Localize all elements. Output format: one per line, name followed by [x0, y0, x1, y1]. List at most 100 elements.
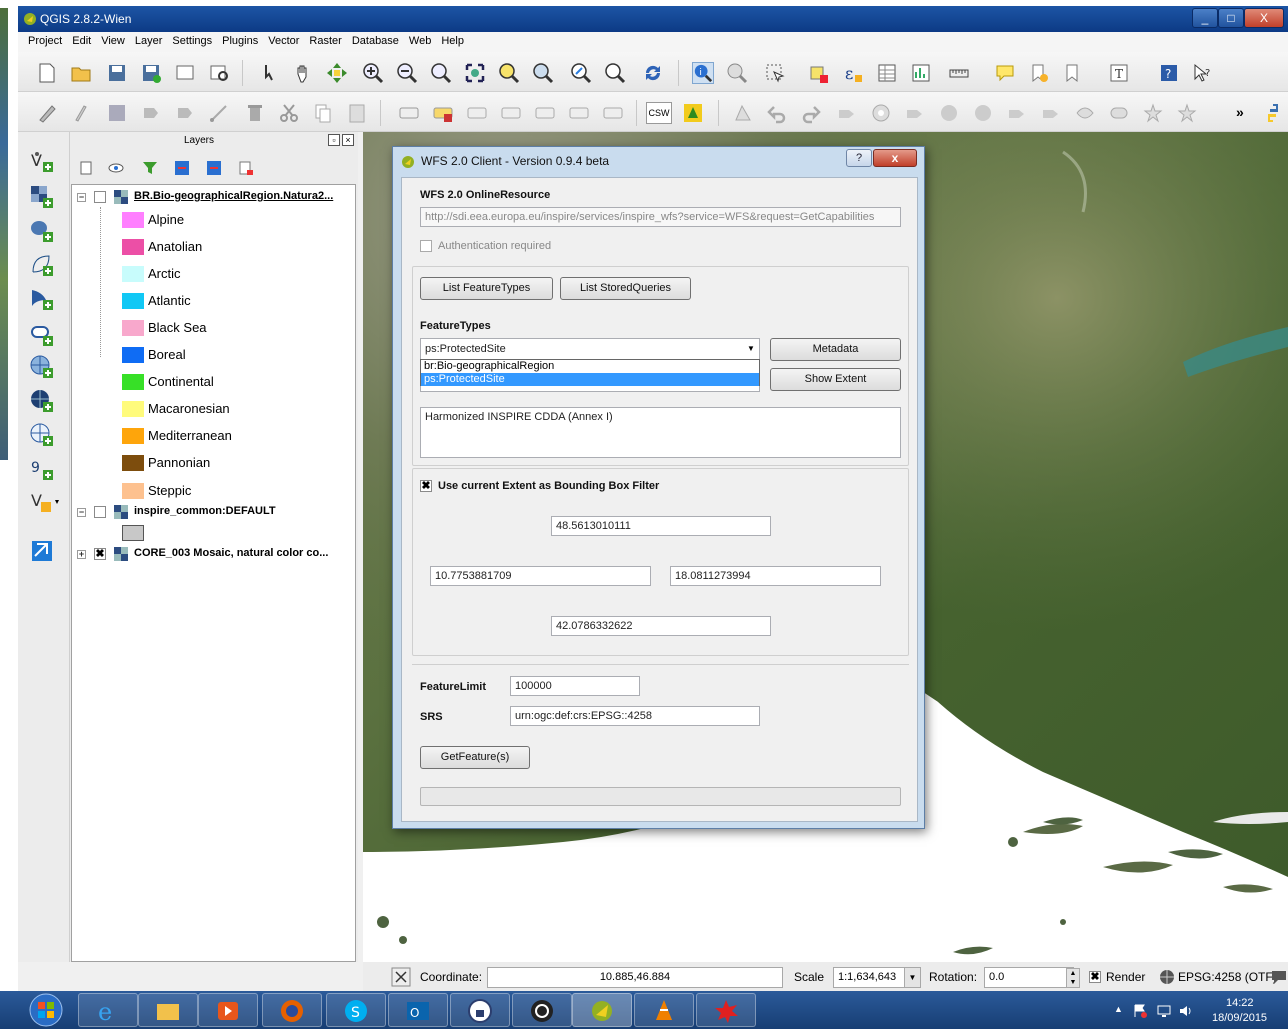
collapse-toggle[interactable]: −: [77, 193, 86, 202]
dialog-close-button[interactable]: x: [873, 149, 917, 167]
undo-icon[interactable]: [766, 102, 788, 124]
composer-manager-icon[interactable]: [208, 62, 230, 84]
open-attribute-table-icon[interactable]: [876, 62, 898, 84]
menu-plugins[interactable]: Plugins: [217, 32, 263, 47]
zoom-full-icon[interactable]: [464, 62, 486, 84]
add-wms-layer-icon[interactable]: [29, 354, 55, 380]
remove-layer-icon[interactable]: [238, 160, 254, 176]
pan-map-icon[interactable]: [292, 62, 314, 84]
field-calculator-icon[interactable]: ε: [842, 62, 864, 84]
rotation-spinner[interactable]: ▲ ▼: [1066, 968, 1080, 988]
layer-visibility-checkbox[interactable]: ✖: [94, 548, 106, 560]
crs-status[interactable]: EPSG:4258 (OTF): [1178, 970, 1277, 984]
save-project-icon[interactable]: [106, 62, 128, 84]
measure-line-icon[interactable]: [948, 62, 970, 84]
taskbar-internet-explorer[interactable]: e: [78, 993, 138, 1027]
menu-help[interactable]: Help: [436, 32, 469, 47]
show-hidden-icons-button[interactable]: ▲: [1114, 1004, 1123, 1014]
clock-date[interactable]: 18/09/2015: [1212, 1012, 1267, 1024]
chevron-down-icon[interactable]: ▼: [744, 340, 758, 358]
bbox-north-input[interactable]: 48.5613010111: [551, 516, 771, 536]
minimize-button[interactable]: _: [1192, 8, 1218, 28]
list-stored-queries-button[interactable]: List StoredQueries: [560, 277, 691, 300]
dropdown-option[interactable]: br:Bio-geographicalRegion: [421, 360, 759, 373]
zoom-in-icon[interactable]: [362, 62, 384, 84]
layer-styling-icon[interactable]: [78, 160, 94, 176]
get-features-button[interactable]: GetFeature(s): [420, 746, 530, 769]
bbox-filter-checkbox[interactable]: ✖: [420, 480, 432, 492]
collapse-toggle[interactable]: −: [77, 508, 86, 517]
close-window-button[interactable]: X: [1244, 8, 1284, 28]
layer-labeling-icon[interactable]: [432, 102, 454, 124]
select-features-icon[interactable]: [764, 62, 786, 84]
volume-icon[interactable]: [1178, 1003, 1194, 1019]
show-extent-button[interactable]: Show Extent: [770, 368, 901, 391]
taskbar-firefox[interactable]: [262, 993, 322, 1027]
whats-this-icon[interactable]: ?: [1192, 62, 1214, 84]
crs-globe-icon[interactable]: [1159, 969, 1175, 985]
menu-web[interactable]: Web: [404, 32, 436, 47]
pan-to-selection-icon[interactable]: [326, 62, 348, 84]
clock-time[interactable]: 14:22: [1226, 997, 1254, 1009]
add-georeferenced-layer-icon[interactable]: [29, 538, 55, 564]
new-bookmark-icon[interactable]: [1028, 62, 1050, 84]
statistical-summary-icon[interactable]: [910, 62, 932, 84]
visibility-eye-icon[interactable]: [108, 160, 126, 176]
filter-legend-icon[interactable]: [142, 160, 158, 176]
action-center-flag-icon[interactable]: [1132, 1003, 1148, 1019]
add-mssql-layer-icon[interactable]: [29, 286, 55, 312]
title-bar[interactable]: QGIS 2.8.2-Wien _ □ X: [18, 6, 1288, 32]
taskbar-media-player[interactable]: [198, 993, 258, 1027]
toggle-editing-icon[interactable]: [36, 102, 58, 124]
text-annotation-icon[interactable]: T: [1108, 62, 1130, 84]
menu-database[interactable]: Database: [347, 32, 404, 47]
delete-part-icon[interactable]: [1006, 102, 1028, 124]
toolbar-overflow-button[interactable]: »: [1236, 104, 1244, 120]
delete-ring-icon[interactable]: [972, 102, 994, 124]
add-ring-icon[interactable]: [870, 102, 892, 124]
fill-ring-icon[interactable]: [938, 102, 960, 124]
metadata-button[interactable]: Metadata: [770, 338, 901, 361]
menu-view[interactable]: View: [96, 32, 130, 47]
deselect-features-icon[interactable]: [808, 62, 830, 84]
new-project-icon[interactable]: [36, 62, 58, 84]
save-as-icon[interactable]: [140, 62, 162, 84]
expand-toggle[interactable]: +: [77, 550, 86, 559]
layer-group-bio-geographical[interactable]: − BR.Bio-geographicalRegion.Natura2...: [72, 187, 355, 207]
add-part-icon[interactable]: [904, 102, 926, 124]
taskbar-qgis[interactable]: [572, 993, 632, 1027]
add-wfs-layer-icon[interactable]: [29, 422, 55, 448]
list-feature-types-button[interactable]: List FeatureTypes: [420, 277, 553, 300]
layers-panel-header[interactable]: Layers ▫ ×: [70, 132, 358, 150]
add-oracle-layer-icon[interactable]: [29, 322, 55, 348]
offset-curve-icon[interactable]: [1074, 102, 1096, 124]
layer-visibility-checkbox[interactable]: [94, 506, 106, 518]
add-spatialite-layer-icon[interactable]: [29, 252, 55, 278]
map-tips-icon[interactable]: [994, 62, 1016, 84]
bbox-south-input[interactable]: 42.0786332622: [551, 616, 771, 636]
authentication-checkbox[interactable]: [420, 240, 432, 252]
touch-zoom-icon[interactable]: [258, 62, 280, 84]
taskbar-keepass[interactable]: [450, 993, 510, 1027]
delete-selected-icon[interactable]: [244, 102, 266, 124]
feature-limit-input[interactable]: 100000: [510, 676, 640, 696]
zoom-to-layer-icon[interactable]: [532, 62, 554, 84]
taskbar-skype[interactable]: S: [326, 993, 386, 1027]
taskbar-vlc[interactable]: [634, 993, 694, 1027]
help-contents-icon[interactable]: ?: [1158, 62, 1180, 84]
taskbar-obs[interactable]: [512, 993, 572, 1027]
scale-dropdown-arrow[interactable]: ▼: [904, 968, 920, 987]
split-features-icon[interactable]: [1108, 102, 1130, 124]
srs-input[interactable]: urn:ogc:def:crs:EPSG::4258: [510, 706, 760, 726]
rotation-field[interactable]: 0.0: [984, 967, 1074, 988]
zoom-to-selection-icon[interactable]: [498, 62, 520, 84]
collapse-all-icon[interactable]: [206, 160, 222, 176]
messages-icon[interactable]: [1270, 968, 1288, 986]
wfs-client-plugin-icon[interactable]: [682, 102, 704, 124]
identify-features-icon[interactable]: i: [692, 62, 714, 84]
move-label-icon[interactable]: [534, 102, 556, 124]
add-feature-icon[interactable]: [140, 102, 162, 124]
new-layer-dropdown-icon[interactable]: V: [29, 488, 63, 514]
move-feature-icon[interactable]: [174, 102, 196, 124]
menu-settings[interactable]: Settings: [167, 32, 217, 47]
